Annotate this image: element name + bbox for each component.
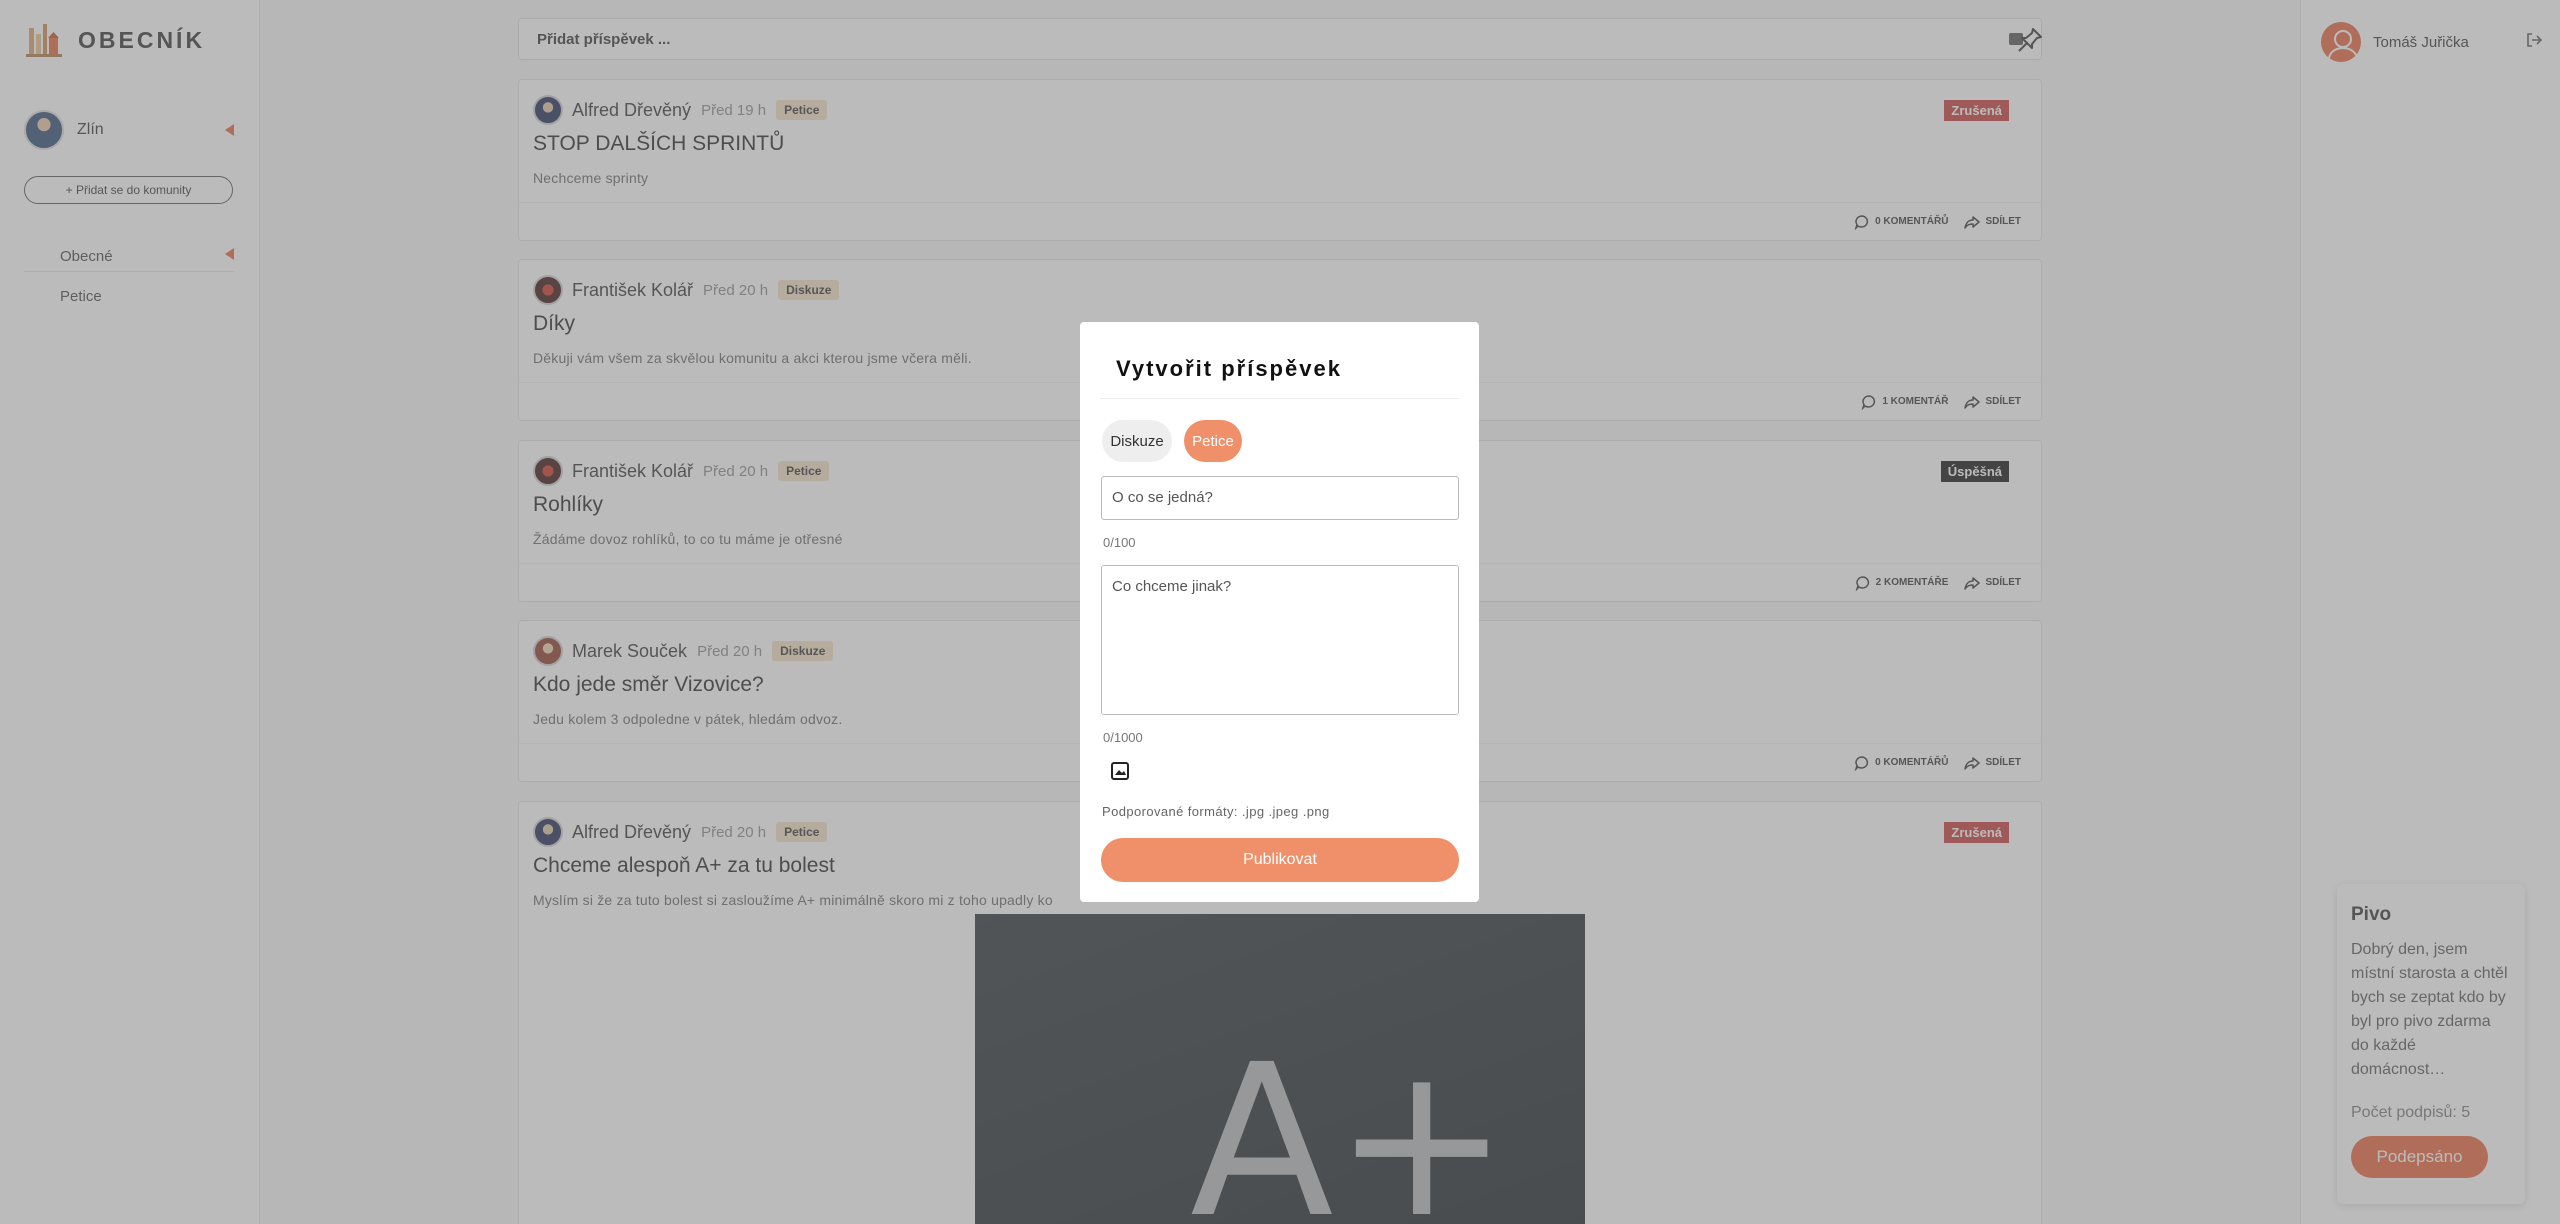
publish-button[interactable]: Publikovat <box>1101 838 1459 882</box>
body-counter: 0/1000 <box>1103 730 1143 745</box>
supported-formats: Podporované formáty: .jpg .jpeg .png <box>1102 804 1330 819</box>
image-upload-icon[interactable] <box>1110 761 1130 781</box>
post-title-placeholder: O co se jedná? <box>1112 489 1213 506</box>
post-title-input[interactable]: O co se jedná? <box>1101 476 1459 520</box>
modal-title: Vytvořit příspěvek <box>1116 356 1342 381</box>
post-body-textarea[interactable]: Co chceme jinak? <box>1101 565 1459 715</box>
divider <box>1100 398 1459 399</box>
title-counter: 0/100 <box>1103 535 1136 550</box>
type-discussion-button[interactable]: Diskuze <box>1102 420 1172 462</box>
create-post-modal: Vytvořit příspěvek Diskuze Petice O co s… <box>1080 322 1479 902</box>
post-body-placeholder: Co chceme jinak? <box>1112 578 1232 595</box>
type-petition-button[interactable]: Petice <box>1184 420 1242 462</box>
